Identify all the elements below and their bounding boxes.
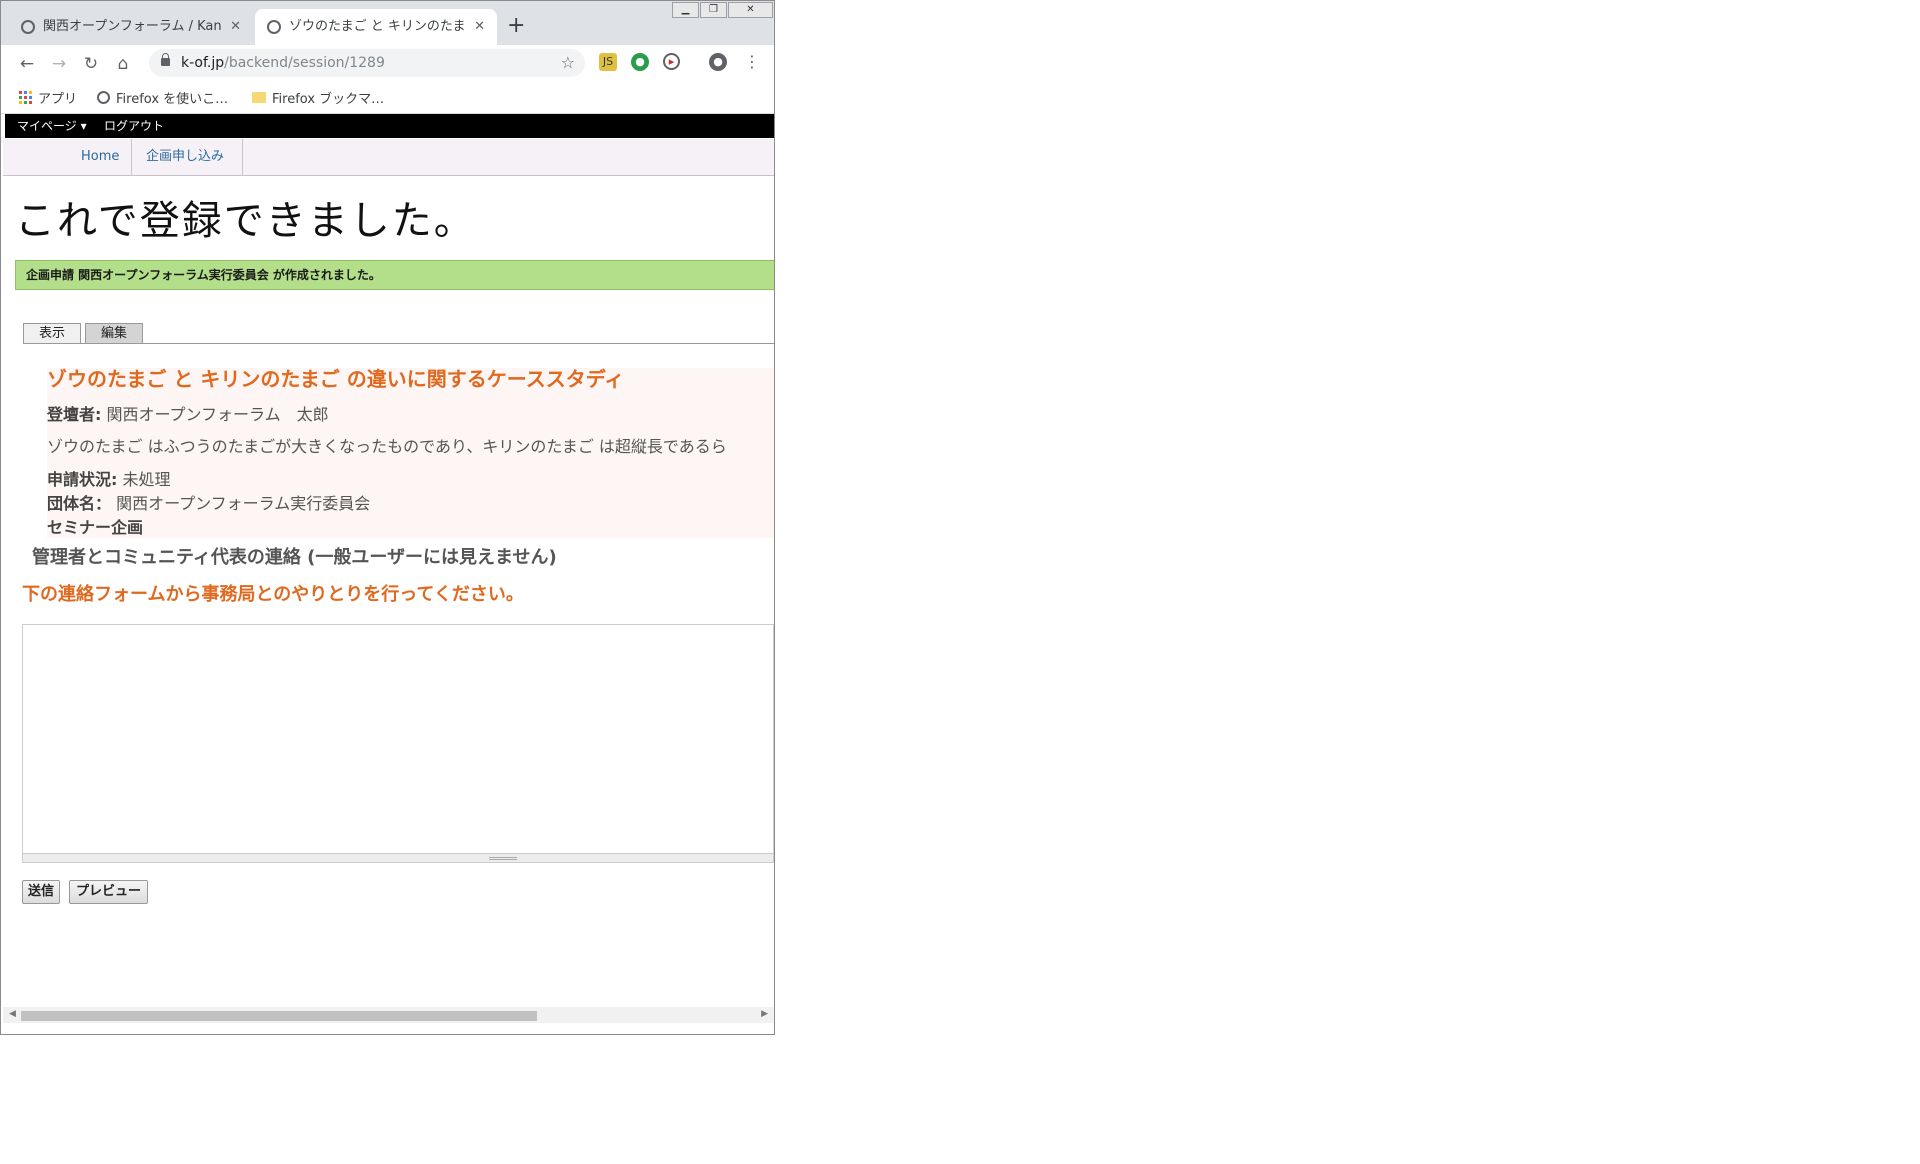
js-extension-icon[interactable]: JS (599, 53, 617, 71)
bookmark-label: Firefox を使いこ… (116, 92, 229, 107)
close-tab-icon[interactable]: ✕ (474, 9, 485, 45)
globe-icon (21, 20, 35, 34)
reload-icon[interactable]: ↻ (79, 52, 103, 76)
lock-icon (161, 53, 170, 66)
address-bar[interactable]: k-of.jp/backend/session/1289 ☆ (149, 49, 585, 77)
application-status-label: 申請状況: (47, 470, 118, 489)
tab-session[interactable]: ゾウのたまご と キリンのたまご の違いに関するケーススタディ ✕ (255, 9, 497, 45)
new-tab-icon[interactable]: + (507, 14, 525, 38)
bookmark-star-icon[interactable]: ☆ (561, 49, 575, 77)
globe-icon (267, 20, 281, 34)
site-nav: Home 企画申し込み (3, 139, 774, 176)
home-icon[interactable]: ⌂ (111, 52, 135, 76)
contact-instruction: 下の連絡フォームから事務局とのやりとりを行ってください。 (22, 584, 524, 605)
tab-edit[interactable]: 編集 (85, 323, 143, 343)
url-host: k-of.jp (181, 55, 225, 71)
textarea-resize-handle[interactable] (22, 854, 774, 863)
search-extension-icon[interactable]: ▸ (663, 53, 680, 70)
application-status-value: 未処理 (122, 470, 171, 489)
group-value: 関西オープンフォーラム実行委員会 (116, 494, 371, 513)
tab-kansai-open-forum[interactable]: 関西オープンフォーラム / Kansai ✕ (9, 9, 253, 45)
logout-link[interactable]: ログアウト (104, 114, 164, 138)
browser-toolbar: ← → ↻ ⌂ k-of.jp/backend/session/1289 ☆ J… (1, 45, 774, 81)
bookmarks-bar: アプリ Firefox を使いこ… Firefox ブックマ… (1, 81, 774, 114)
mypage-menu[interactable]: マイページ ▾ (17, 114, 87, 138)
application-status-field: 申請状況: 未処理 (47, 466, 171, 490)
status-message: 企画申請 関西オープンフォーラム実行委員会 が作成されました。 (15, 260, 774, 290)
contact-heading: 管理者とコミュニティ代表の連絡 (一般ユーザーには見えません) (32, 547, 557, 568)
browser-window: ▁ ❐ ✕ 関西オープンフォーラム / Kansai ✕ ゾウのたまご と キリ… (0, 0, 775, 1035)
bookmark-apps[interactable]: アプリ (19, 88, 77, 107)
submit-button[interactable]: 送信 (22, 880, 60, 904)
page-viewport: マイページ ▾ ログアウト Home 企画申し込み これで登録できました。 企画… (3, 114, 774, 1019)
globe-icon (97, 91, 110, 104)
bookmark-label: アプリ (38, 92, 78, 107)
scroll-left-icon[interactable]: ◀ (9, 1009, 16, 1019)
bookmark-firefox-folder[interactable]: Firefox ブックマ… (252, 88, 384, 107)
local-tabs: 表示 編集 (23, 322, 774, 344)
session-description: ゾウのたまご はふつうのたまごが大きくなったものであり、キリンのたまご は超縦長… (47, 437, 727, 456)
nav-home[interactable]: Home (67, 139, 133, 175)
admin-bar: マイページ ▾ ログアウト (5, 114, 774, 138)
tab-view[interactable]: 表示 (23, 323, 81, 343)
group-label: 団体名： (47, 494, 112, 513)
preview-button[interactable]: プレビュー (69, 880, 148, 904)
speaker-label: 登壇者: (47, 405, 102, 424)
scrollbar-thumb[interactable] (21, 1011, 537, 1021)
profile-icon[interactable]: ● (709, 53, 727, 71)
apps-icon (19, 91, 32, 104)
speaker-field: 登壇者: 関西オープンフォーラム 太郎 (47, 401, 329, 425)
speaker-value: 関西オープンフォーラム 太郎 (106, 405, 329, 424)
folder-icon (252, 92, 266, 103)
url-path: /backend/session/1289 (224, 55, 385, 71)
session-title: ゾウのたまご と キリンのたまご の違いに関するケーススタディ (47, 367, 625, 391)
tab-title: 関西オープンフォーラム / Kansai (43, 19, 223, 34)
page-title: これで登録できました。 (15, 198, 476, 244)
horizontal-scrollbar[interactable]: ◀ ▶ (3, 1007, 774, 1023)
close-window-button[interactable]: ✕ (728, 2, 773, 18)
group-field: 団体名： 関西オープンフォーラム実行委員会 (47, 490, 370, 514)
tab-title: ゾウのたまご と キリンのたまご の違いに関するケーススタディ (289, 19, 466, 34)
minimize-button[interactable]: ▁ (672, 2, 699, 18)
scroll-right-icon[interactable]: ▶ (761, 1009, 768, 1019)
close-tab-icon[interactable]: ✕ (230, 9, 241, 45)
back-icon[interactable]: ← (15, 52, 39, 76)
maximize-button[interactable]: ❐ (700, 2, 727, 18)
session-type: セミナー企画 (47, 518, 144, 537)
tab-strip: ▁ ❐ ✕ 関西オープンフォーラム / Kansai ✕ ゾウのたまご と キリ… (1, 1, 774, 45)
bookmark-label: Firefox ブックマ… (272, 92, 385, 107)
menu-icon[interactable]: ⋮ (743, 53, 761, 71)
message-textarea[interactable] (22, 624, 774, 854)
bookmark-firefox-guide[interactable]: Firefox を使いこ… (97, 88, 228, 107)
nav-apply[interactable]: 企画申し込み (131, 139, 243, 175)
extension-icon[interactable]: ● (631, 53, 649, 71)
forward-icon[interactable]: → (47, 52, 71, 76)
